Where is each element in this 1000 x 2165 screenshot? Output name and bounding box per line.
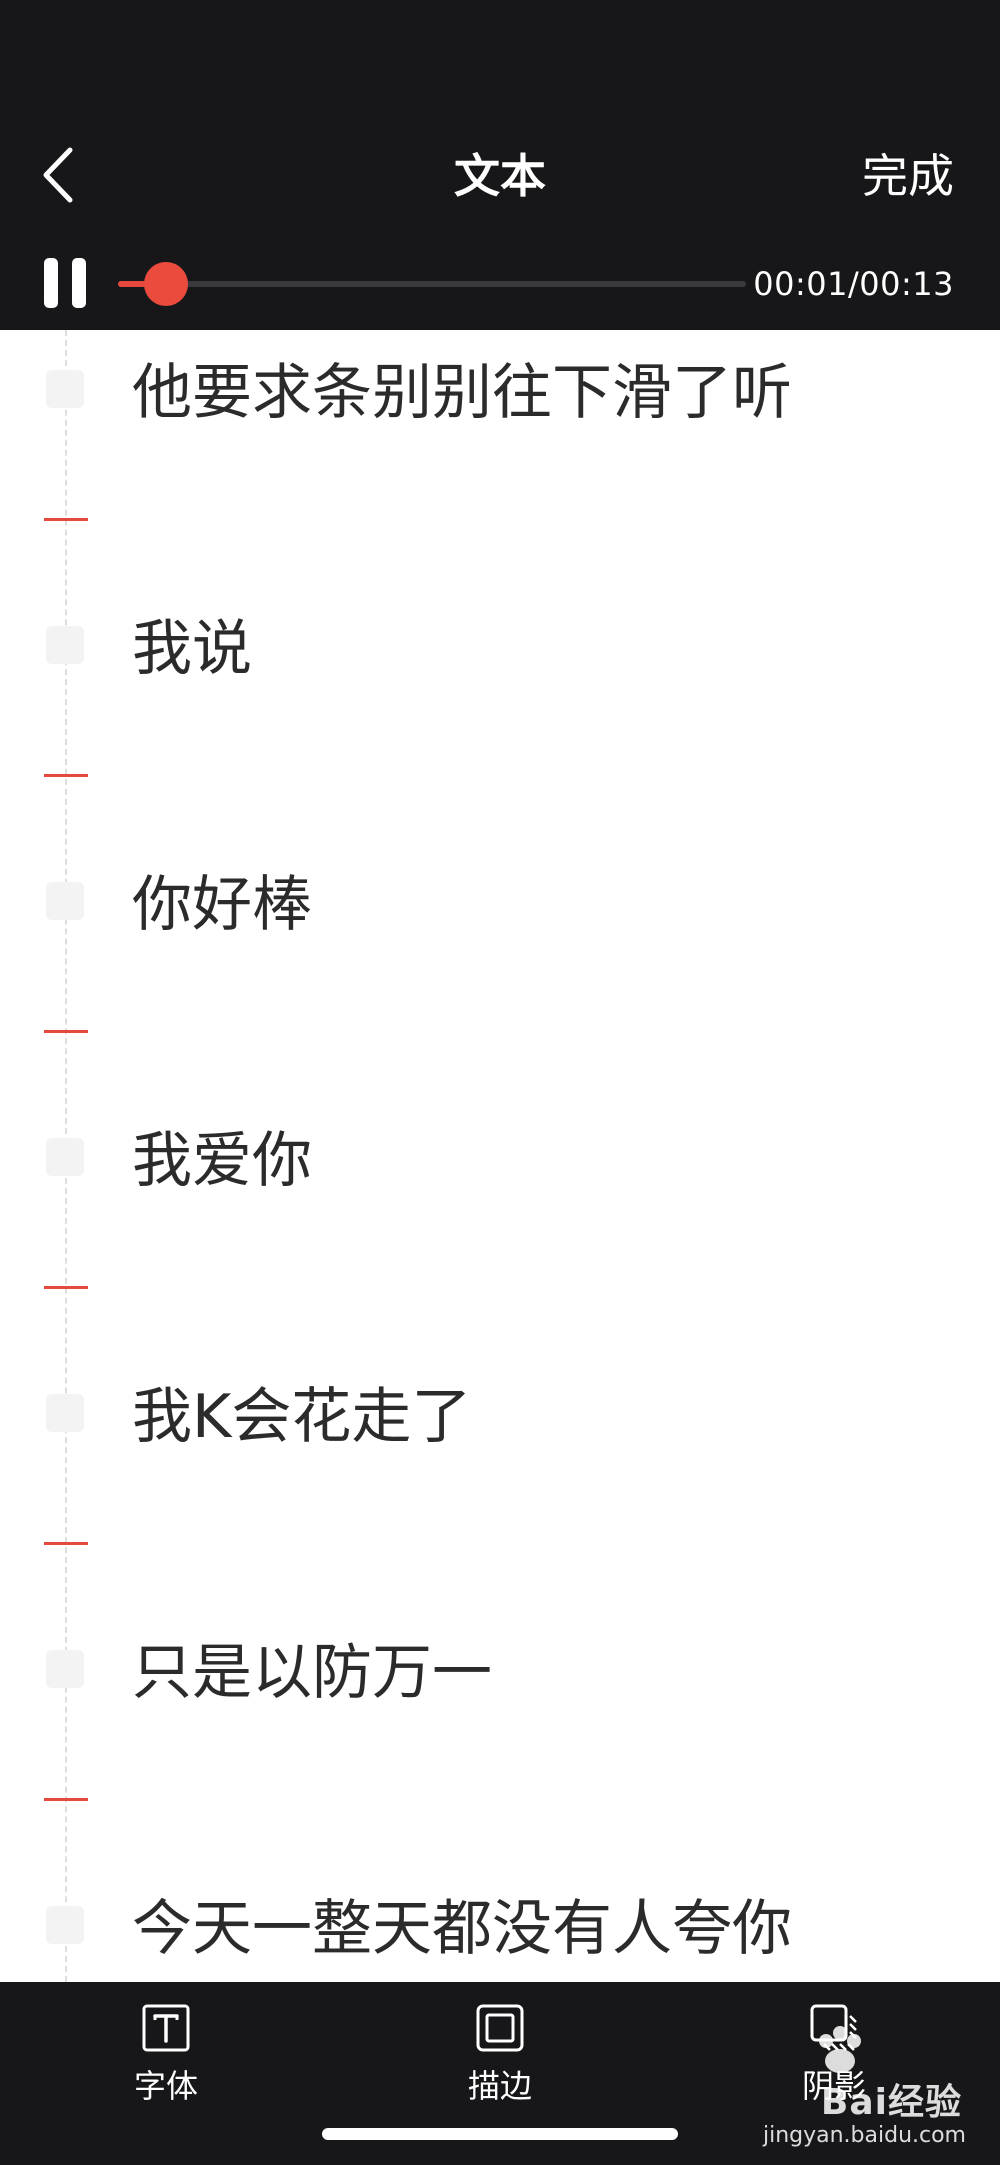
lyric-row[interactable]: 我说: [0, 586, 1000, 842]
row-checkbox[interactable]: [46, 1650, 84, 1688]
stroke-icon: [476, 2004, 524, 2052]
segment-marker: [44, 1286, 88, 1289]
home-indicator[interactable]: [322, 2128, 678, 2140]
lyric-row[interactable]: 他要求条别别往下滑了听: [0, 330, 1000, 586]
pause-button[interactable]: [44, 258, 86, 308]
chevron-left-icon: [43, 147, 73, 203]
playback-progress-slider[interactable]: [118, 262, 746, 306]
page-title: 文本: [454, 149, 546, 203]
lyric-text[interactable]: 我K会花走了: [132, 1382, 471, 1452]
segment-marker: [44, 774, 88, 777]
row-checkbox[interactable]: [46, 1394, 84, 1432]
top-bar: 文本 完成 00:01/00:13: [0, 0, 1000, 330]
lyric-text[interactable]: 我爱你: [132, 1126, 312, 1196]
segment-marker: [44, 1798, 88, 1801]
bottom-toolbar: 字体 描边 阴影 Bai经验 jingyan.baidu.com: [0, 1982, 1000, 2165]
time-readout: 00:01/00:13: [753, 265, 954, 303]
lyric-row[interactable]: 只是以防万一: [0, 1610, 1000, 1866]
lyric-text[interactable]: 我说: [132, 614, 252, 684]
row-checkbox[interactable]: [46, 1138, 84, 1176]
baidu-watermark: Bai经验 jingyan.baidu.com: [746, 2013, 986, 2153]
lyric-list[interactable]: 他要求条别别往下滑了听 我说 你好棒 我爱你 我K会花走了 只是以防万一 今天一…: [0, 330, 1000, 1982]
text-editor-screen: 文本 完成 00:01/00:13 他要求条别别往下滑了听 我说 你好棒 我爱你…: [0, 0, 1000, 2165]
lyric-text[interactable]: 只是以防万一: [132, 1638, 492, 1708]
lyric-row[interactable]: 我K会花走了: [0, 1354, 1000, 1610]
lyric-text[interactable]: 今天一整天都没有人夸你: [132, 1894, 792, 1964]
row-checkbox[interactable]: [46, 882, 84, 920]
segment-marker: [44, 1030, 88, 1033]
lyric-row[interactable]: 我爱你: [0, 1098, 1000, 1354]
segment-marker: [44, 518, 88, 521]
row-checkbox[interactable]: [46, 626, 84, 664]
lyric-text[interactable]: 他要求条别别往下滑了听: [132, 358, 792, 428]
lyric-text[interactable]: 你好棒: [132, 870, 312, 940]
font-tool-label: 字体: [133, 2067, 198, 2105]
row-checkbox[interactable]: [46, 1906, 84, 1944]
row-checkbox[interactable]: [46, 370, 84, 408]
font-icon: [142, 2004, 190, 2052]
lyric-row[interactable]: 今天一整天都没有人夸你: [0, 1866, 1000, 1982]
stroke-tool-button[interactable]: 描边: [420, 2004, 580, 2124]
watermark-url: jingyan.baidu.com: [762, 2123, 966, 2148]
lyric-row[interactable]: 你好棒: [0, 842, 1000, 1098]
font-tool-button[interactable]: 字体: [86, 2004, 246, 2124]
stroke-tool-label: 描边: [467, 2067, 532, 2105]
playback-progress-thumb[interactable]: [144, 262, 188, 306]
done-button[interactable]: 完成: [862, 148, 954, 204]
watermark-brand: Bai经验: [820, 2082, 962, 2123]
back-button[interactable]: [30, 140, 90, 210]
segment-marker: [44, 1542, 88, 1545]
